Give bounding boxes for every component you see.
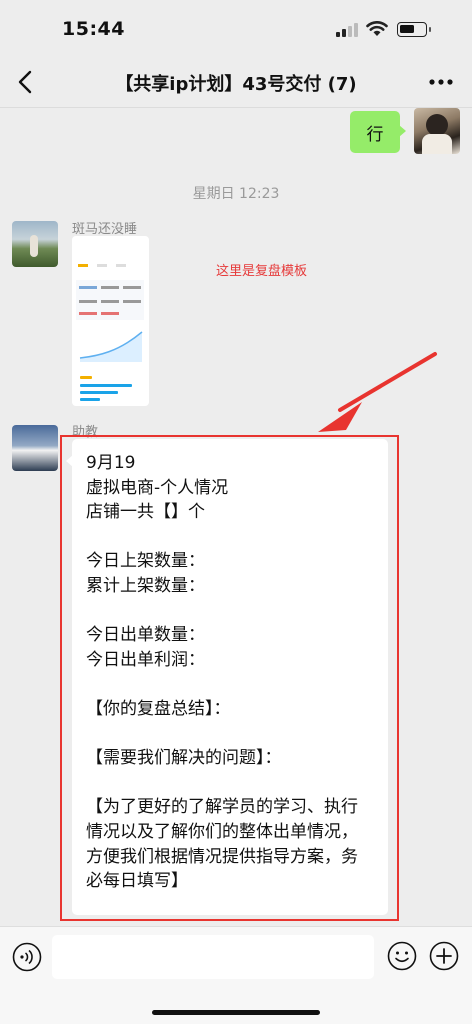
more-icon[interactable] <box>428 78 454 86</box>
thumbnail-tabs <box>78 252 144 267</box>
thumbnail-bar <box>80 384 132 387</box>
plus-icon[interactable] <box>429 941 459 971</box>
my-avatar[interactable] <box>414 108 460 154</box>
status-time: 15:44 <box>62 18 125 40</box>
nav-bar: 【共享ip计划】43号交付 (7) <box>0 56 472 108</box>
emoji-icon[interactable] <box>387 941 417 971</box>
sender-name-assistant: 助教 <box>72 425 99 440</box>
thumbnail-bar <box>80 391 118 394</box>
annotation-note: 这里是复盘模板 <box>216 264 308 279</box>
back-icon[interactable] <box>14 69 38 95</box>
battery-icon <box>397 22 427 37</box>
status-bar: 15:44 <box>0 0 472 56</box>
image-message-thumbnail[interactable] <box>72 236 149 406</box>
message-input[interactable] <box>52 935 374 979</box>
thumbnail-line-chart <box>79 331 143 362</box>
chat-title: 【共享ip计划】43号交付 (7) <box>115 74 357 95</box>
red-arrow-annotation <box>318 352 437 432</box>
sender-avatar-zebra[interactable] <box>12 221 58 267</box>
sender-avatar-assistant[interactable] <box>12 425 58 471</box>
wifi-icon <box>366 21 388 36</box>
sender-name-zebra: 斑马还没睡 <box>72 222 138 237</box>
assistant-message-bubble[interactable]: 9月19 虚拟电商-个人情况 店铺一共【】个 今日上架数量： 累计上架数量： 今… <box>66 439 388 915</box>
my-message-bubble[interactable]: 行 <box>350 111 406 153</box>
voice-icon[interactable] <box>12 942 42 972</box>
thumbnail-bar <box>80 376 92 379</box>
battery-cap <box>429 27 431 32</box>
thumbnail-bar <box>80 398 100 401</box>
thumbnail-stats-card <box>76 280 144 320</box>
signal-icon <box>336 23 358 37</box>
input-bar <box>0 926 472 1024</box>
home-indicator <box>152 1010 320 1015</box>
message-timestamp: 星期日 12:23 <box>192 186 280 202</box>
